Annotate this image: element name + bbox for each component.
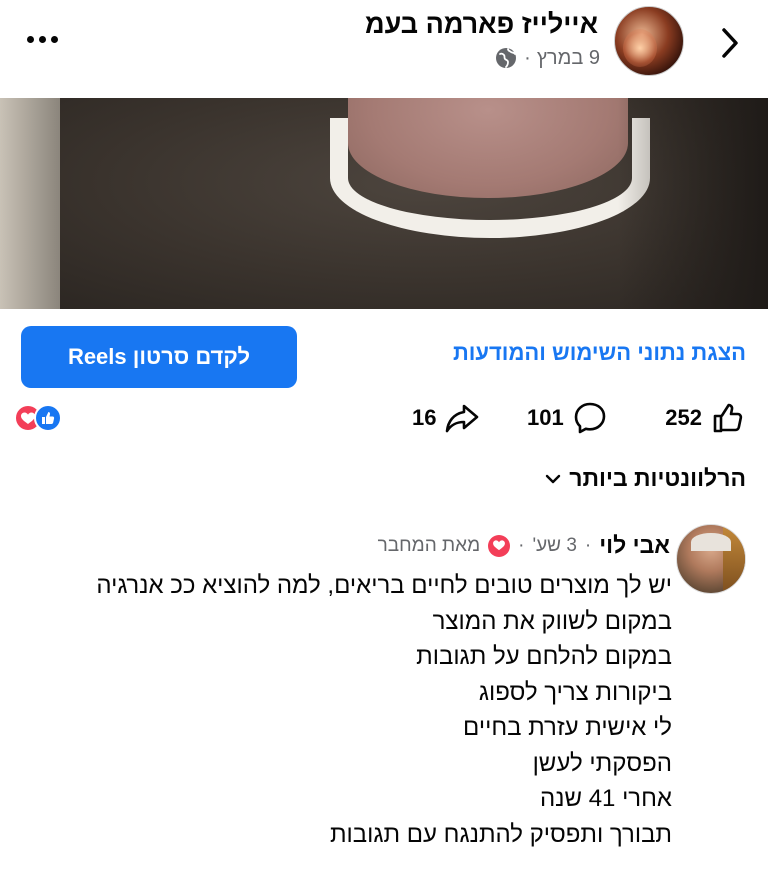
reel-video[interactable]	[0, 98, 768, 309]
comment-line: הפסקתי לעשן	[532, 749, 672, 777]
heart-icon	[488, 534, 511, 557]
like-count: 252	[665, 405, 702, 430]
comment-text: יש לך מוצרים טובים לחיים בריאים, למה להו…	[72, 568, 672, 852]
more-dot-icon	[50, 35, 58, 43]
boost-reel-button[interactable]: לקדם סרטון Reels	[21, 326, 297, 388]
share-count: 16	[412, 405, 437, 430]
comment-separator: ·	[518, 534, 525, 556]
share-button[interactable]: 16	[412, 395, 480, 441]
post-date[interactable]: 9 במרץ	[537, 47, 600, 70]
commenter-name[interactable]: אבי לוי	[599, 532, 670, 559]
view-insights-link[interactable]: הצגת נתוני השימוש והמודעות	[453, 340, 746, 366]
comment-line: ביקורות צריך לספוג	[478, 678, 672, 706]
author-badge: מאת המחבר	[377, 534, 481, 556]
comment-line: לי אישית עזרת בחיים	[463, 714, 672, 741]
comment-line: תבורך ותפסיק להתנגח עם תגובות	[329, 820, 672, 848]
engagement-bar: 252 101 16	[0, 395, 768, 441]
video-shadow	[618, 98, 768, 309]
like-button[interactable]: 252	[665, 395, 746, 441]
comment-line: יש לך מוצרים טובים לחיים בריאים, למה להו…	[96, 572, 672, 599]
sort-label: הרלוונטיות ביותר	[569, 465, 746, 491]
reaction-summary[interactable]	[14, 404, 74, 432]
thumbs-up-icon	[713, 403, 743, 433]
video-collar	[330, 118, 650, 238]
like-reaction-icon	[34, 404, 62, 432]
video-background	[0, 98, 60, 309]
globe-icon	[494, 46, 518, 70]
more-dot-icon	[26, 35, 34, 43]
comment-count: 101	[527, 405, 564, 430]
comment-line: במקום לשווק את המוצר	[432, 607, 672, 635]
more-dot-icon	[38, 35, 46, 43]
avatar-image-detail	[623, 29, 657, 67]
chevron-right-icon	[722, 28, 738, 58]
comment-line: אחרי 41 שנה	[539, 785, 672, 812]
chevron-down-icon	[546, 474, 561, 483]
comment-bubble-icon	[574, 402, 606, 434]
commenter-avatar[interactable]	[676, 524, 746, 594]
comment-header: אבי לוי · 3 שע' · מאת המחבר	[378, 532, 670, 559]
share-arrow-icon	[446, 404, 479, 433]
post-header: איילייז פארמה בעמ 9 במרץ ·	[0, 0, 768, 98]
back-button[interactable]	[705, 18, 755, 68]
comment-time[interactable]: 3 שע'	[532, 535, 576, 557]
post-meta: 9 במרץ ·	[494, 46, 600, 70]
comment-separator: ·	[584, 534, 592, 556]
avatar-hair	[691, 533, 731, 551]
page-avatar[interactable]	[614, 6, 684, 76]
meta-separator: ·	[524, 46, 531, 69]
comment-line: במקום להלחם על תגובות	[416, 643, 672, 670]
more-options-button[interactable]	[22, 24, 62, 54]
comment-sort-dropdown[interactable]: הרלוונטיות ביותר	[545, 465, 746, 492]
page-name[interactable]: איילייז פארמה בעמ	[365, 9, 598, 40]
comment-button[interactable]: 101	[527, 395, 608, 441]
